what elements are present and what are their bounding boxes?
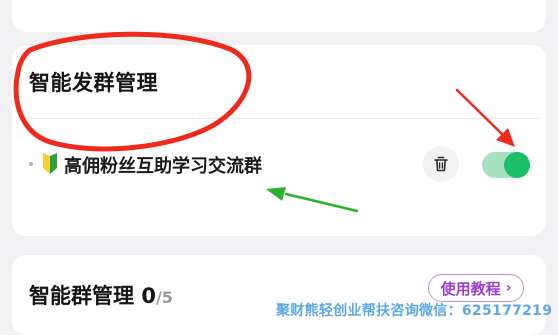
beginner-mark-icon [43, 153, 57, 174]
manage-section-title: 智能群管理 0/5 [29, 280, 173, 310]
delete-group-button[interactable] [423, 146, 459, 182]
section-title: 智能发群管理 [29, 71, 158, 95]
trash-icon [434, 156, 448, 172]
tutorial-button[interactable]: 使用教程 › [428, 274, 524, 302]
tutorial-label: 使用教程 [440, 279, 501, 298]
group-name[interactable]: 高佣粉丝互助学习交流群 [64, 152, 262, 178]
group-count: 0 [141, 284, 156, 308]
divider [28, 118, 542, 119]
toggle-knob [504, 152, 530, 178]
group-enable-toggle[interactable] [482, 152, 530, 178]
manage-title-text: 智能群管理 [29, 284, 134, 308]
watermark-text: 聚财熊轻创业帮扶咨询微信：625177219 [276, 303, 553, 319]
top-card [12, 0, 546, 32]
group-limit: /5 [155, 288, 173, 307]
list-bullet [29, 162, 33, 166]
chevron-right-icon: › [505, 280, 512, 296]
smart-group-manage-card: 智能群管理 0/5 使用教程 › [12, 255, 546, 335]
smart-group-send-card: 智能发群管理 高佣粉丝互助学习交流群 [12, 45, 546, 236]
